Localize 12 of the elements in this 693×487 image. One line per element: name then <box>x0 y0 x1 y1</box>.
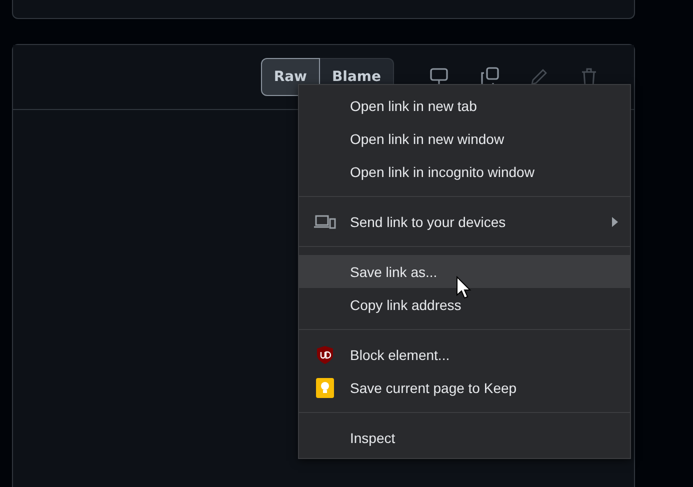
menu-item[interactable]: Inspect <box>299 421 630 454</box>
menu-item[interactable]: Send link to your devices <box>299 205 630 238</box>
menu-item[interactable]: Open link in incognito window <box>299 155 630 188</box>
menu-item[interactable]: Block element... <box>299 338 630 371</box>
shield-icon <box>317 346 333 364</box>
devices-icon <box>314 214 336 228</box>
cursor-icon <box>456 276 472 300</box>
menu-item[interactable]: Copy link address <box>299 288 630 321</box>
menu-item[interactable]: Save link as... <box>299 255 630 288</box>
menu-item[interactable]: Save current page to Keep <box>299 371 630 404</box>
menu-item[interactable]: Open link in new window <box>299 122 630 155</box>
bulb-icon <box>316 378 334 398</box>
